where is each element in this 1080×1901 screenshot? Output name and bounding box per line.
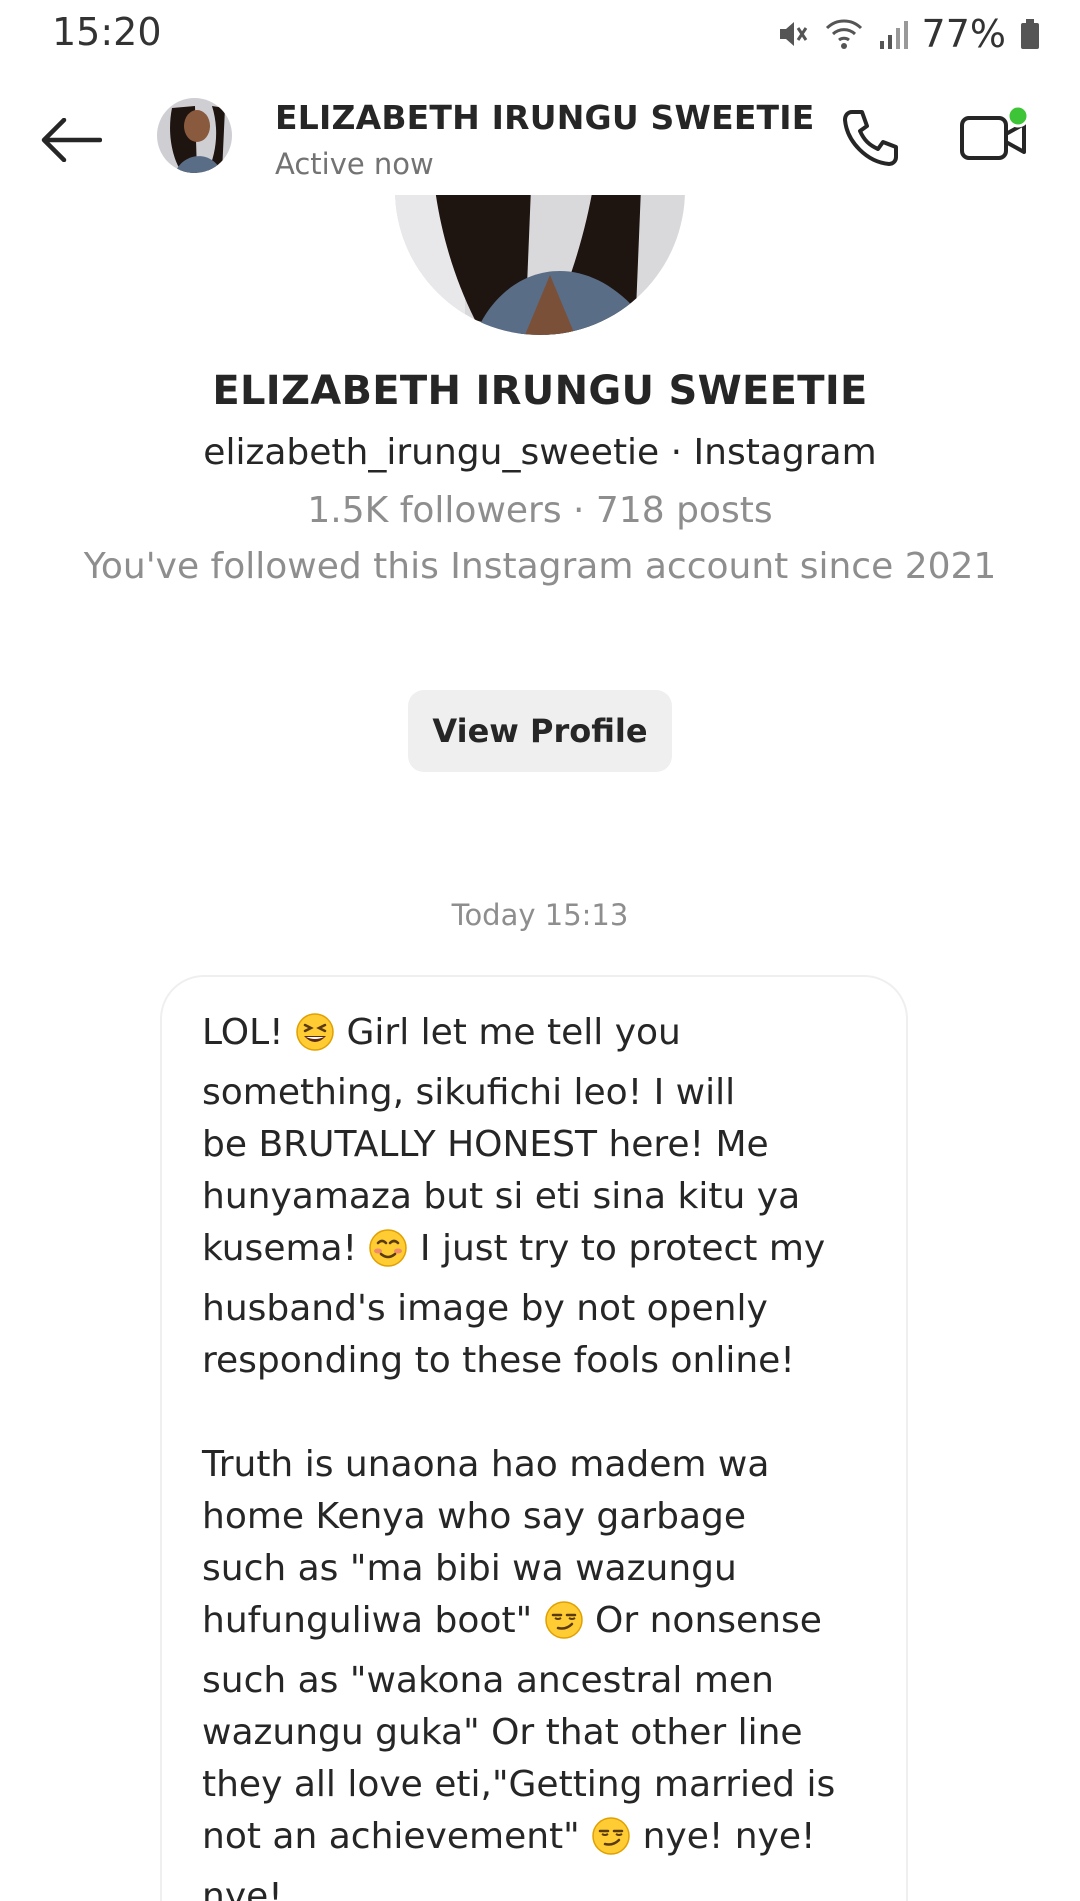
status-icons: 77% (776, 12, 1040, 56)
profile-follow-since: You've followed this Instagram account s… (83, 546, 997, 587)
header-contact-name[interactable]: ELIZABETH IRUNGU SWEETIE (275, 98, 815, 137)
back-button[interactable] (40, 110, 110, 170)
chat-screen: 15:20 77% ELIZABETH IRUNGU SWEETIE Activ… (0, 0, 1080, 1901)
video-call-button[interactable] (958, 104, 1034, 174)
voice-call-button[interactable] (838, 106, 908, 176)
chat-header: ELIZABETH IRUNGU SWEETIE Active now (0, 80, 1080, 195)
message-bubble[interactable]: LOL! Girl let me tell you something, sik… (160, 975, 908, 1901)
message-segment: I just try to protect my husband's image… (202, 1228, 826, 1641)
status-bar: 15:20 77% (0, 0, 1080, 70)
smiling-face-icon (368, 1228, 408, 1283)
thread-timestamp: Today 15:13 (451, 898, 629, 932)
status-time: 15:20 (52, 10, 162, 54)
profile-name: ELIZABETH IRUNGU SWEETIE (212, 368, 868, 414)
smirking-face-icon (544, 1600, 584, 1655)
header-avatar[interactable] (157, 98, 232, 173)
header-active-status: Active now (275, 147, 434, 181)
wifi-icon (824, 17, 864, 51)
profile-stats: 1.5K followers · 718 posts (307, 490, 773, 531)
battery-icon (1020, 17, 1040, 51)
mute-icon (776, 17, 810, 51)
profile-handle: elizabeth_irungu_sweetie · Instagram (203, 432, 877, 473)
signal-icon (878, 17, 908, 51)
grinning-squinting-face-icon (295, 1012, 335, 1067)
phone-icon (843, 110, 898, 166)
video-camera-icon (960, 104, 1030, 160)
message-text: LOL! Girl let me tell you something, sik… (202, 1007, 868, 1901)
battery-percent: 77% (921, 12, 1006, 56)
smirking-face-icon (591, 1816, 631, 1871)
back-arrow-icon (41, 118, 102, 162)
message-segment: LOL! (202, 1012, 296, 1053)
online-dot-icon (1006, 104, 1030, 128)
view-profile-button[interactable]: View Profile (408, 690, 672, 772)
